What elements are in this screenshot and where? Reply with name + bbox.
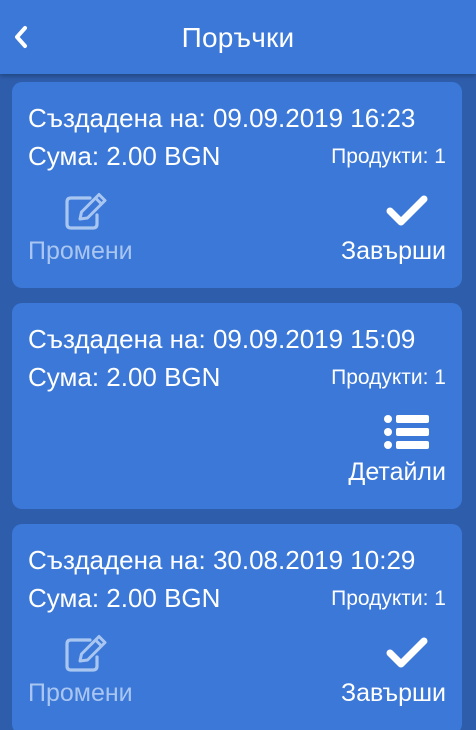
order-sum: Сума: 2.00 BGN — [28, 141, 221, 171]
order-sum: Сума: 2.00 BGN — [28, 583, 221, 613]
edit-order-label: Промени — [28, 679, 133, 707]
edit-order-label: Промени — [28, 237, 133, 265]
edit-icon — [62, 630, 110, 676]
order-products-count: Продукти: 1 — [331, 145, 446, 168]
order-sum: Сума: 2.00 BGN — [28, 362, 221, 392]
page-title: Поръчки — [181, 22, 295, 53]
orders-list[interactable]: Създадена на: 09.09.2019 16:23 Сума: 2.0… — [0, 74, 476, 730]
complete-order-button[interactable]: Завърши — [322, 188, 462, 268]
order-card: Създадена на: 09.09.2019 15:09 Сума: 2.0… — [12, 303, 462, 509]
check-icon — [376, 630, 438, 676]
order-products-count: Продукти: 1 — [331, 366, 446, 389]
order-created-date: Създадена на: 09.09.2019 16:23 — [28, 103, 416, 133]
order-details-label: Детайли — [348, 458, 446, 486]
order-details-button[interactable]: Детайли — [322, 409, 462, 489]
list-icon — [376, 409, 438, 455]
edit-icon — [62, 188, 110, 234]
order-card: Създадена на: 09.09.2019 16:23 Сума: 2.0… — [12, 82, 462, 288]
app-header: Поръчки — [0, 0, 476, 74]
order-card: Създадена на: 30.08.2019 10:29 Сума: 2.0… — [12, 524, 462, 730]
complete-order-label: Завърши — [340, 679, 446, 707]
order-created-date: Създадена на: 09.09.2019 15:09 — [28, 324, 416, 354]
complete-order-label: Завърши — [340, 237, 446, 265]
edit-order-button[interactable]: Промени — [24, 630, 144, 710]
order-created-date: Създадена на: 30.08.2019 10:29 — [28, 545, 416, 575]
check-icon — [376, 188, 438, 234]
complete-order-button[interactable]: Завърши — [322, 630, 462, 710]
order-products-count: Продукти: 1 — [331, 587, 446, 610]
edit-order-button[interactable]: Промени — [24, 188, 144, 268]
